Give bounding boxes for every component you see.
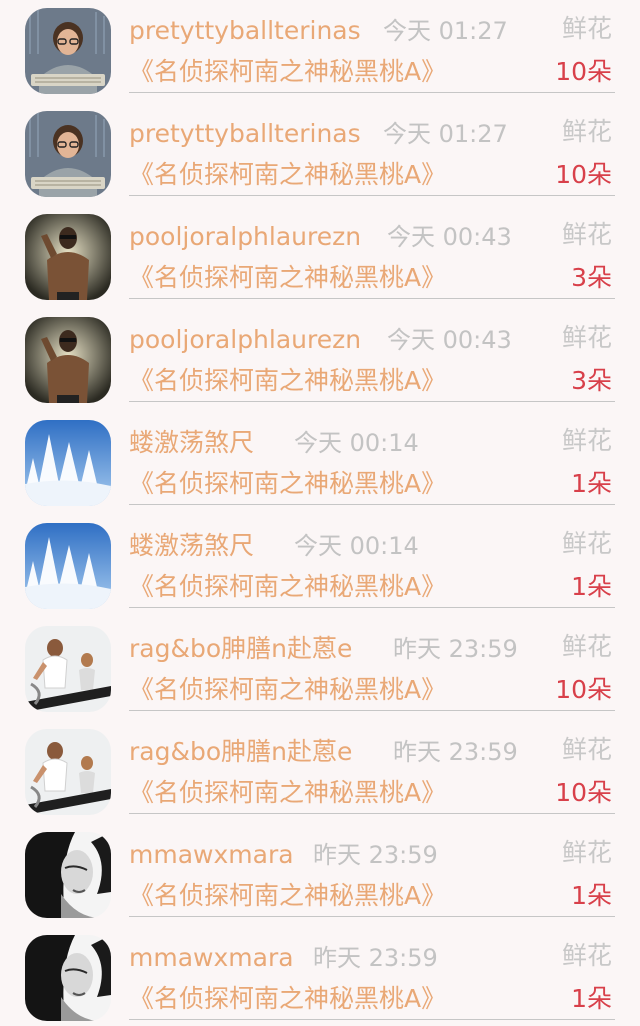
- username[interactable]: mmawxmara: [129, 836, 294, 874]
- timestamp: 今天 00:14: [294, 429, 419, 457]
- book-title[interactable]: 《名侦探柯南之神秘黑桃A》: [129, 670, 446, 710]
- divider: [129, 710, 615, 711]
- gift-count: 1朵: [571, 984, 612, 1013]
- gift-type: 鲜花: [561, 14, 612, 43]
- shirtless-man-avatar[interactable]: [25, 317, 111, 403]
- book-title[interactable]: 《名侦探柯南之神秘黑桃A》: [129, 876, 446, 916]
- snowy-trees-avatar[interactable]: [25, 420, 111, 506]
- divider: [129, 1019, 615, 1020]
- username[interactable]: pretyttyballterinas: [129, 115, 361, 153]
- gift-type: 鲜花: [561, 838, 612, 867]
- divider: [129, 813, 615, 814]
- timestamp: 今天 00:43: [387, 223, 512, 251]
- gift-count: 1朵: [571, 572, 612, 601]
- boy-at-keyboard-avatar[interactable]: [25, 111, 111, 197]
- timestamp: 今天 00:43: [387, 326, 512, 354]
- list-item[interactable]: mmawxmara 昨天 23:59 鲜花 《名侦探柯南之神秘黑桃A》 1朵: [0, 927, 640, 1026]
- username[interactable]: 蝼激荡煞尺: [129, 527, 254, 565]
- gift-type: 鲜花: [561, 632, 612, 661]
- book-title[interactable]: 《名侦探柯南之神秘黑桃A》: [129, 155, 446, 195]
- list-item[interactable]: 蝼激荡煞尺 今天 00:14 鲜花 《名侦探柯南之神秘黑桃A》 1朵: [0, 515, 640, 618]
- list-item[interactable]: rag&bo胂膳n赴蒽e 昨天 23:59 鲜花 《名侦探柯南之神秘黑桃A》 1…: [0, 618, 640, 721]
- list-item[interactable]: pretyttyballterinas 今天 01:27 鲜花 《名侦探柯南之神…: [0, 0, 640, 103]
- divider: [129, 195, 615, 196]
- gift-count: 1朵: [571, 469, 612, 498]
- book-title[interactable]: 《名侦探柯南之神秘黑桃A》: [129, 361, 446, 401]
- list-item[interactable]: pooljoralphlaurezn 今天 00:43 鲜花 《名侦探柯南之神秘…: [0, 206, 640, 309]
- list-item[interactable]: 蝼激荡煞尺 今天 00:14 鲜花 《名侦探柯南之神秘黑桃A》 1朵: [0, 412, 640, 515]
- gift-type: 鲜花: [561, 117, 612, 146]
- treadmill-couple-avatar[interactable]: [25, 626, 111, 712]
- timestamp: 今天 00:14: [294, 532, 419, 560]
- timestamp: 昨天 23:59: [313, 841, 438, 869]
- gift-count: 10朵: [555, 57, 612, 86]
- username[interactable]: pooljoralphlaurezn: [129, 321, 361, 359]
- list-item[interactable]: pooljoralphlaurezn 今天 00:43 鲜花 《名侦探柯南之神秘…: [0, 309, 640, 412]
- shirtless-man-avatar[interactable]: [25, 214, 111, 300]
- list-item[interactable]: mmawxmara 昨天 23:59 鲜花 《名侦探柯南之神秘黑桃A》 1朵: [0, 824, 640, 927]
- list-item[interactable]: rag&bo胂膳n赴蒽e 昨天 23:59 鲜花 《名侦探柯南之神秘黑桃A》 1…: [0, 721, 640, 824]
- treadmill-couple-avatar[interactable]: [25, 729, 111, 815]
- username[interactable]: rag&bo胂膳n赴蒽e: [129, 733, 352, 771]
- timestamp: 今天 01:27: [383, 17, 508, 45]
- divider: [129, 607, 615, 608]
- snowy-trees-avatar[interactable]: [25, 523, 111, 609]
- gift-type: 鲜花: [561, 323, 612, 352]
- gift-count: 10朵: [555, 675, 612, 704]
- gift-count: 10朵: [555, 778, 612, 807]
- book-title[interactable]: 《名侦探柯南之神秘黑桃A》: [129, 773, 446, 813]
- gift-type: 鲜花: [561, 941, 612, 970]
- gift-type: 鲜花: [561, 529, 612, 558]
- woman-portrait-avatar[interactable]: [25, 832, 111, 918]
- divider: [129, 92, 615, 93]
- username[interactable]: 蝼激荡煞尺: [129, 424, 254, 462]
- gift-type: 鲜花: [561, 735, 612, 764]
- gift-count: 1朵: [571, 881, 612, 910]
- book-title[interactable]: 《名侦探柯南之神秘黑桃A》: [129, 979, 446, 1019]
- divider: [129, 298, 615, 299]
- gift-count: 3朵: [571, 263, 612, 292]
- divider: [129, 504, 615, 505]
- gift-count: 3朵: [571, 366, 612, 395]
- boy-at-keyboard-avatar[interactable]: [25, 8, 111, 94]
- timestamp: 今天 01:27: [383, 120, 508, 148]
- book-title[interactable]: 《名侦探柯南之神秘黑桃A》: [129, 52, 446, 92]
- list-item[interactable]: pretyttyballterinas 今天 01:27 鲜花 《名侦探柯南之神…: [0, 103, 640, 206]
- book-title[interactable]: 《名侦探柯南之神秘黑桃A》: [129, 567, 446, 607]
- username[interactable]: mmawxmara: [129, 939, 294, 977]
- gift-type: 鲜花: [561, 220, 612, 249]
- username[interactable]: rag&bo胂膳n赴蒽e: [129, 630, 352, 668]
- timestamp: 昨天 23:59: [313, 944, 438, 972]
- woman-portrait-avatar[interactable]: [25, 935, 111, 1021]
- book-title[interactable]: 《名侦探柯南之神秘黑桃A》: [129, 464, 446, 504]
- username[interactable]: pretyttyballterinas: [129, 12, 361, 50]
- username[interactable]: pooljoralphlaurezn: [129, 218, 361, 256]
- gift-count: 10朵: [555, 160, 612, 189]
- timestamp: 昨天 23:59: [393, 635, 518, 663]
- divider: [129, 401, 615, 402]
- book-title[interactable]: 《名侦探柯南之神秘黑桃A》: [129, 258, 446, 298]
- timestamp: 昨天 23:59: [393, 738, 518, 766]
- gift-type: 鲜花: [561, 426, 612, 455]
- divider: [129, 916, 615, 917]
